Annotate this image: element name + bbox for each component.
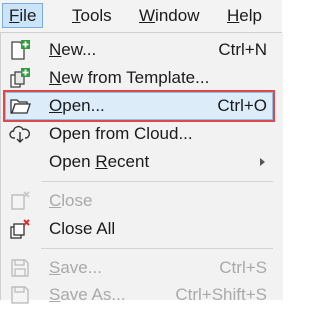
menu-bar: File Tools Window Help [0,0,282,33]
menu-separator [41,248,273,249]
menu-file[interactable]: File [2,3,44,28]
new-document-icon [9,39,31,61]
save-icon [9,257,31,279]
file-menu-dropdown: New... Ctrl+N New from Template... Open.… [0,33,283,304]
submenu-arrow-icon [260,158,265,166]
new-from-template-icon [9,67,31,89]
close-all-icon [9,218,31,240]
shortcut-save-as: Ctrl+Shift+S [175,285,267,304]
menu-item-open-recent[interactable]: Open Recent [3,146,275,178]
menu-separator [41,181,273,182]
menu-help[interactable]: Help [221,3,268,28]
menu-window[interactable]: Window [133,3,205,28]
cloud-download-icon [9,123,31,145]
menu-item-close-all[interactable]: Close All [3,213,275,245]
menu-tools[interactable]: Tools [66,3,118,28]
save-as-icon [9,284,31,306]
close-document-icon [9,190,31,212]
open-folder-icon [9,95,31,117]
menu-item-save-as[interactable]: Save As... Ctrl+Shift+S [3,279,275,311]
